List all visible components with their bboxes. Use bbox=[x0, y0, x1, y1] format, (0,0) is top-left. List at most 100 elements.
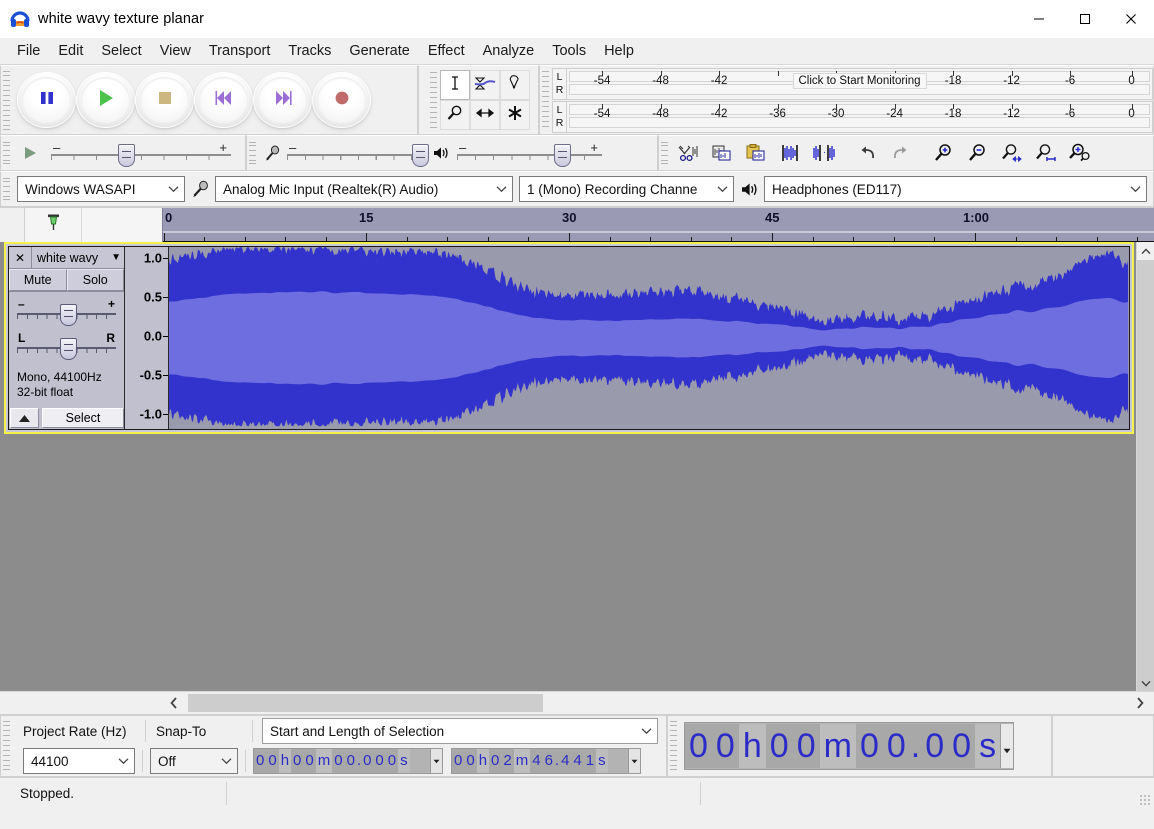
time-toolbar-grip[interactable] bbox=[670, 719, 679, 771]
audio-position-spinner[interactable] bbox=[1000, 724, 1014, 768]
selection-length-time-field[interactable]: 00h02m46.441s bbox=[451, 748, 641, 774]
mixer-grip-1[interactable] bbox=[3, 139, 12, 165]
menu-transport[interactable]: Transport bbox=[200, 40, 280, 62]
draw-tool[interactable] bbox=[499, 70, 530, 100]
mixer-grip-2[interactable] bbox=[249, 139, 258, 165]
menu-select[interactable]: Select bbox=[92, 40, 150, 62]
envelope-tool[interactable] bbox=[469, 70, 500, 100]
selection-digit[interactable]: 0 bbox=[254, 749, 267, 773]
selection-digit[interactable]: 0 bbox=[266, 749, 279, 773]
menu-tools[interactable]: Tools bbox=[543, 40, 595, 62]
track-name-dropdown[interactable]: white wavy ▼ bbox=[32, 247, 124, 268]
horizontal-scrollbar-thumb[interactable] bbox=[188, 694, 543, 712]
track-collapse-button[interactable] bbox=[10, 408, 39, 428]
multi-tool[interactable] bbox=[499, 100, 530, 130]
timeshift-tool[interactable] bbox=[469, 100, 500, 130]
close-button[interactable] bbox=[1108, 0, 1154, 38]
selection-digit[interactable]: m bbox=[513, 749, 531, 773]
track-pan-thumb[interactable] bbox=[59, 338, 77, 360]
selection-digit[interactable]: s bbox=[398, 749, 410, 773]
trim-audio-button[interactable] bbox=[773, 139, 807, 167]
menu-edit[interactable]: Edit bbox=[49, 40, 92, 62]
selection-digit[interactable]: h bbox=[278, 749, 292, 773]
selection-digit[interactable]: 0 bbox=[385, 749, 399, 773]
selection-toolbar-grip[interactable] bbox=[3, 719, 12, 771]
selection-length-spinner[interactable] bbox=[628, 749, 640, 773]
track-solo-button[interactable]: Solo bbox=[66, 269, 124, 291]
time-digit[interactable]: 0 bbox=[948, 724, 976, 768]
playback-meter-bars[interactable]: -54 -48 -42 -36 -30 -24 -18 -12 -6 0 bbox=[567, 101, 1152, 132]
playback-device-select[interactable]: Headphones (ED117) bbox=[764, 176, 1147, 202]
waveform-display[interactable] bbox=[169, 247, 1129, 429]
scroll-right-button[interactable] bbox=[1126, 692, 1154, 714]
audio-position-display[interactable]: 00h00m00.00s bbox=[684, 722, 1015, 770]
playback-volume-thumb[interactable] bbox=[117, 144, 135, 167]
selection-digit[interactable]: 4 bbox=[559, 749, 572, 773]
selection-digit[interactable]: 2 bbox=[501, 749, 514, 773]
pause-button[interactable] bbox=[17, 72, 76, 128]
device-toolbar-grip[interactable] bbox=[3, 175, 12, 201]
selection-start-time-field[interactable]: 00h00m00.000s bbox=[253, 748, 443, 774]
audio-track[interactable]: ✕ white wavy ▼ Mute Solo – + L R Mono, 4… bbox=[4, 242, 1134, 434]
recording-channels-select[interactable]: 1 (Mono) Recording Channe bbox=[519, 176, 734, 202]
undo-button[interactable] bbox=[850, 139, 884, 167]
skip-to-start-button[interactable] bbox=[194, 72, 253, 128]
recording-meter-bars[interactable]: -54 -48 -42 -18 -12 -6 0 Click to Start … bbox=[567, 68, 1152, 99]
time-digit[interactable]: 0 bbox=[882, 724, 910, 768]
time-digit[interactable]: 0 bbox=[711, 724, 739, 768]
output-volume-slider[interactable]: – + bbox=[457, 140, 602, 167]
selection-digit[interactable]: 0 bbox=[332, 749, 345, 773]
horizontal-scrollbar-trough[interactable] bbox=[188, 693, 1126, 713]
menu-help[interactable]: Help bbox=[595, 40, 643, 62]
vertical-scrollbar[interactable] bbox=[1136, 242, 1154, 700]
selection-digit[interactable]: 0 bbox=[464, 749, 477, 773]
redo-button[interactable] bbox=[884, 139, 918, 167]
selection-digit[interactable]: h bbox=[476, 749, 490, 773]
output-volume-thumb[interactable] bbox=[554, 144, 572, 167]
timeline-ruler[interactable]: 0 15 30 45 1:00 bbox=[162, 208, 1154, 242]
selection-start-spinner[interactable] bbox=[430, 749, 442, 773]
silence-audio-button[interactable] bbox=[807, 139, 841, 167]
copy-button[interactable] bbox=[705, 139, 739, 167]
selection-digit[interactable]: 0 bbox=[489, 749, 502, 773]
track-mute-button[interactable]: Mute bbox=[9, 269, 67, 291]
time-digit[interactable]: m bbox=[819, 724, 856, 768]
selection-digit[interactable]: 0 bbox=[303, 749, 316, 773]
selection-digit[interactable]: 0 bbox=[291, 749, 304, 773]
tools-toolbar-grip[interactable] bbox=[429, 71, 439, 129]
menu-file[interactable]: File bbox=[8, 40, 49, 62]
track-pan-slider[interactable]: L R bbox=[17, 331, 116, 362]
menu-view[interactable]: View bbox=[151, 40, 200, 62]
resize-grip[interactable] bbox=[1139, 794, 1151, 806]
recording-meter-grip[interactable] bbox=[542, 69, 551, 128]
pinned-play-head-button[interactable] bbox=[25, 208, 82, 242]
record-button[interactable] bbox=[312, 72, 371, 128]
time-digit[interactable]: . bbox=[909, 724, 922, 768]
selection-tool[interactable] bbox=[439, 70, 470, 100]
recording-meter[interactable]: L R -54 -48 -42 -18 -12 -6 0 Click to St… bbox=[552, 67, 1153, 100]
selection-digit[interactable]: s bbox=[596, 749, 608, 773]
selection-digit[interactable]: 0 bbox=[373, 749, 386, 773]
selection-digit[interactable]: 0 bbox=[452, 749, 465, 773]
scroll-up-button[interactable] bbox=[1137, 242, 1154, 260]
menu-effect[interactable]: Effect bbox=[419, 40, 474, 62]
playback-meter[interactable]: L R -54 -48 -42 -36 -30 -24 -18 -12 -6 0 bbox=[552, 100, 1153, 133]
minimize-button[interactable] bbox=[1016, 0, 1062, 38]
vertical-scrollbar-trough[interactable] bbox=[1137, 260, 1154, 700]
selection-digit[interactable]: 6 bbox=[542, 749, 555, 773]
time-digit[interactable]: h bbox=[738, 724, 766, 768]
audio-host-select[interactable]: Windows WASAPI bbox=[17, 176, 185, 202]
scroll-down-button[interactable] bbox=[1137, 674, 1154, 692]
play-button[interactable] bbox=[76, 72, 135, 128]
time-digit[interactable]: s bbox=[975, 724, 1001, 768]
snap-to-select[interactable]: Off bbox=[150, 748, 238, 774]
scroll-left-button[interactable] bbox=[160, 692, 188, 714]
monitoring-hint[interactable]: Click to Start Monitoring bbox=[792, 72, 927, 89]
track-close-button[interactable]: ✕ bbox=[9, 247, 32, 268]
project-rate-select[interactable]: 44100 bbox=[23, 748, 135, 774]
selection-digit[interactable]: 4 bbox=[571, 749, 584, 773]
selection-mode-select[interactable]: Start and Length of Selection bbox=[262, 718, 658, 744]
track-select-button[interactable]: Select bbox=[42, 408, 124, 428]
stop-button[interactable] bbox=[135, 72, 194, 128]
time-digit[interactable]: 0 bbox=[765, 724, 793, 768]
